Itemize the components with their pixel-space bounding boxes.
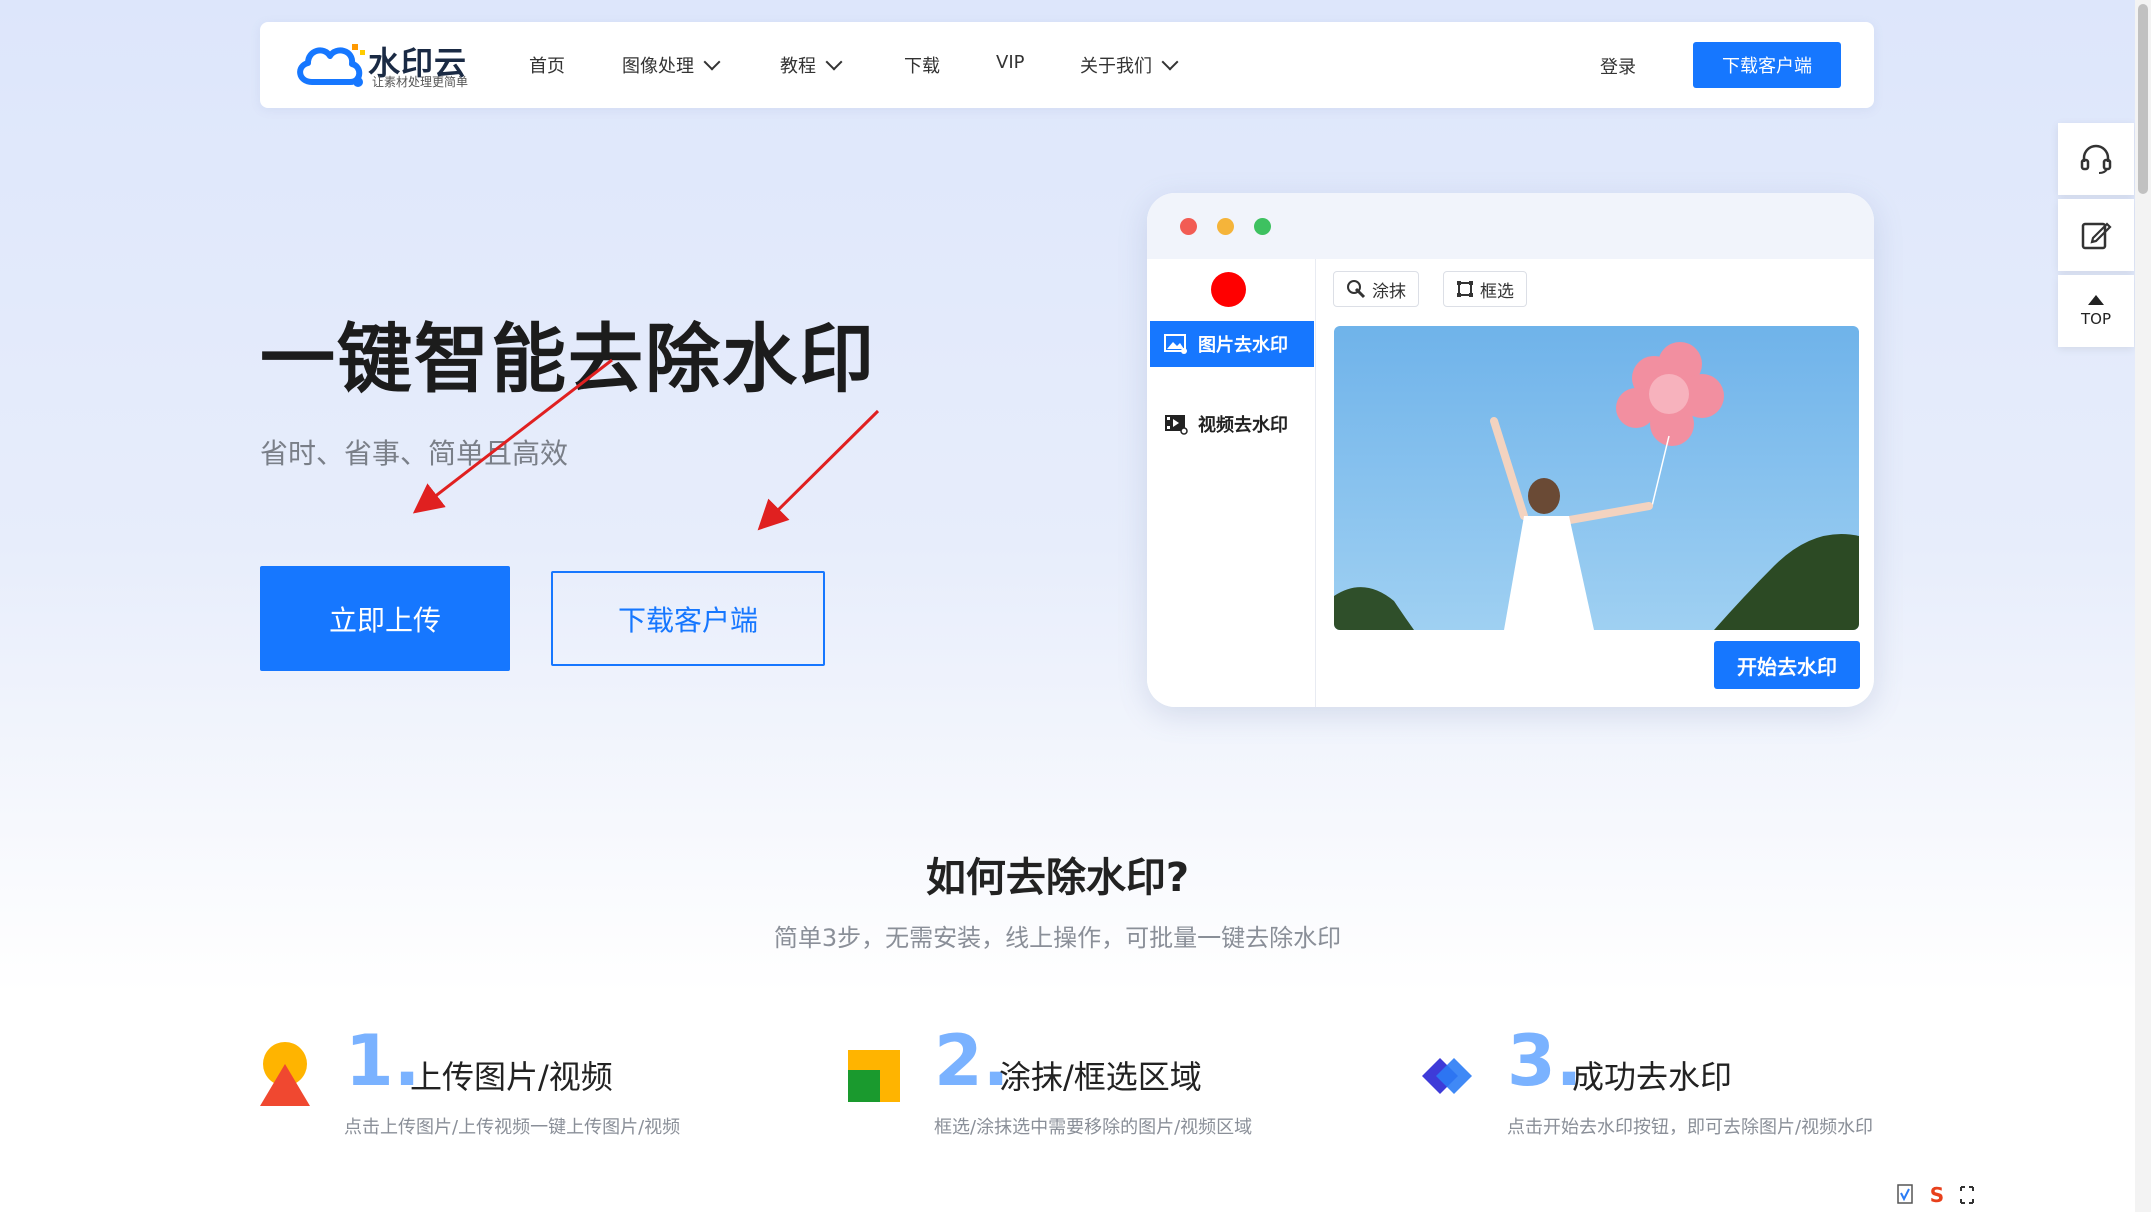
chevron-down-icon — [1161, 53, 1179, 71]
scrollbar-thumb[interactable] — [2138, 4, 2148, 194]
download-client-button[interactable]: 下载客户端 — [551, 571, 825, 666]
nav-download-label: 下载 — [904, 56, 940, 77]
app-preview-window: 图片去水印 视频去水印 涂抹 框选 开始去水印 — [1147, 193, 1874, 707]
preview-sidebar: 图片去水印 视频去水印 — [1147, 259, 1316, 707]
step-2-desc: 框选/涂抹选中需要移除的图片/视频区域 — [934, 1117, 1253, 1138]
nav-home-label: 首页 — [529, 56, 565, 77]
svg-text:S: S — [1930, 1183, 1944, 1207]
red-arrow-2 — [757, 409, 880, 531]
nav-about-us-label: 关于我们 — [1080, 56, 1152, 77]
step-2-title: 涂抹/框选区域 — [999, 1058, 1202, 1096]
sidebar-item-video-watermark[interactable]: 视频去水印 — [1150, 401, 1314, 447]
hero-title: 一键智能去除水印 — [260, 315, 877, 403]
video-icon — [1165, 415, 1188, 435]
customer-service-button[interactable] — [2058, 123, 2134, 195]
nav-image-processing[interactable]: 图像处理 — [622, 52, 721, 78]
sidebar-item-image-watermark[interactable]: 图片去水印 — [1150, 321, 1314, 367]
chevron-down-icon — [703, 53, 721, 71]
nav-tutorial-label: 教程 — [780, 56, 816, 77]
headset-icon — [2080, 144, 2112, 174]
window-maximize-dot — [1254, 218, 1271, 235]
success-step-icon — [1422, 1058, 1472, 1094]
box-select-tool-label: 框选 — [1480, 281, 1514, 302]
select-area-step-icon — [848, 1050, 900, 1102]
nav-download-client-button[interactable]: 下载客户端 — [1693, 42, 1841, 88]
tray-toolbar: S — [1895, 1180, 1995, 1210]
how-section-subtitle: 简单3步，无需安装，线上操作，可批量一键去除水印 — [773, 924, 1342, 952]
hero-subtitle: 省时、省事、简单且高效 — [260, 437, 569, 470]
back-to-top-button[interactable]: TOP — [2058, 275, 2134, 347]
cloud-logo-icon[interactable] — [292, 36, 372, 92]
start-remove-watermark-button[interactable]: 开始去水印 — [1714, 641, 1860, 689]
upload-now-button[interactable]: 立即上传 — [260, 566, 510, 671]
step-1-title: 上传图片/视频 — [410, 1058, 613, 1096]
nav-home[interactable]: 首页 — [529, 52, 565, 78]
caret-up-icon — [2088, 295, 2104, 305]
brush-icon — [1347, 280, 1366, 299]
nav-vip-label: VIP — [996, 52, 1025, 73]
nav-download[interactable]: 下载 — [904, 52, 940, 78]
nav-image-processing-label: 图像处理 — [622, 56, 694, 77]
back-to-top-label: TOP — [2080, 310, 2111, 328]
edit-icon — [2081, 222, 2112, 250]
nav-vip[interactable]: VIP — [996, 52, 1024, 73]
login-link[interactable]: 登录 — [1600, 53, 1636, 79]
box-select-icon — [1457, 281, 1473, 297]
preview-photo — [1334, 326, 1859, 630]
how-section-title: 如何去除水印? — [925, 855, 1190, 901]
nav-tutorial[interactable]: 教程 — [780, 52, 843, 78]
expand-icon[interactable] — [1957, 1183, 1977, 1207]
logo-subtitle: 让素材处理更简单 — [372, 75, 469, 89]
window-minimize-dot — [1217, 218, 1234, 235]
window-close-dot — [1180, 218, 1197, 235]
step-1-desc: 点击上传图片/上传视频一键上传图片/视频 — [344, 1117, 681, 1138]
smear-tool-label: 涂抹 — [1372, 281, 1406, 302]
upload-step-icon — [260, 1042, 310, 1106]
box-select-tool-button[interactable]: 框选 — [1443, 271, 1527, 307]
step-3-title: 成功去水印 — [1572, 1058, 1733, 1096]
sidebar-item-label: 图片去水印 — [1198, 335, 1288, 356]
feedback-button[interactable] — [2058, 199, 2134, 271]
nav-about-us[interactable]: 关于我们 — [1080, 52, 1179, 78]
image-icon — [1164, 334, 1187, 354]
document-icon[interactable] — [1895, 1183, 1917, 1207]
step-3-desc: 点击开始去水印按钮，即可去除图片/视频水印 — [1507, 1117, 1874, 1138]
chevron-down-icon — [825, 53, 843, 71]
cursor-dot — [1211, 272, 1246, 307]
smear-tool-button[interactable]: 涂抹 — [1333, 271, 1419, 307]
window-titlebar — [1147, 193, 1874, 259]
sidebar-item-label: 视频去水印 — [1198, 415, 1288, 436]
sogou-s-icon[interactable]: S — [1925, 1183, 1949, 1207]
